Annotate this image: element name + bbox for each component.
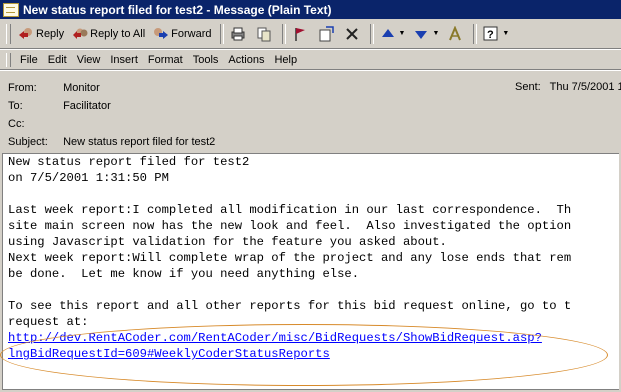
menu-help[interactable]: Help [269, 54, 302, 66]
cc-row: Cc: [8, 118, 60, 130]
link-line-1[interactable]: http://dev.RentACoder.com/RentACoder/mis… [8, 331, 542, 345]
font-a-icon [447, 25, 463, 42]
up-arrow-icon [380, 26, 396, 42]
menu-file[interactable]: File [15, 54, 43, 66]
body-line: using Javascript validation for the feat… [8, 235, 447, 249]
body-line: site main screen now has the new look an… [8, 219, 572, 233]
window-title: New status report filed for test2 - Mess… [23, 2, 332, 17]
status-report-link-continued[interactable]: lngBidRequestId=609#WeeklyCoderStatusRep… [8, 346, 619, 362]
next-item-button[interactable]: ▼ [410, 23, 442, 45]
reply-all-button[interactable]: Reply to All [69, 23, 148, 45]
forward-icon [153, 26, 169, 42]
menu-tools[interactable]: Tools [188, 54, 224, 66]
cc-label: Cc: [8, 118, 25, 130]
body-line [8, 186, 619, 202]
toolbar-grip[interactable] [6, 23, 11, 44]
menu-edit[interactable]: Edit [43, 54, 72, 66]
to-row: To: Facilitator [8, 100, 111, 112]
delete-x-icon [344, 26, 360, 42]
chevron-down-icon[interactable]: ▼ [399, 30, 406, 37]
menu-bar: File Edit View Insert Format Tools Actio… [0, 49, 621, 70]
chevron-down-icon[interactable]: ▼ [432, 30, 439, 37]
body-line: request at: [8, 315, 89, 329]
menubar-grip[interactable] [6, 52, 11, 67]
subject-row: Subject: New status report filed for tes… [8, 136, 215, 148]
message-body[interactable]: New status report filed for test2 on 7/5… [2, 153, 619, 390]
body-line: Last week report:I completed all modific… [8, 203, 572, 217]
sent-value: Thu 7/5/2001 1 [549, 81, 621, 93]
reply-all-icon [72, 26, 88, 42]
move-icon [318, 25, 334, 42]
body-line: Next week report:Will complete wrap of t… [8, 251, 572, 265]
flag-icon [292, 26, 308, 42]
window-titlebar: New status report filed for test2 - Mess… [0, 0, 621, 19]
to-value[interactable]: Facilitator [63, 100, 111, 112]
body-line: To see this report and all other reports… [8, 299, 572, 313]
status-report-link[interactable]: http://dev.RentACoder.com/RentACoder/mis… [8, 330, 619, 346]
standard-toolbar: Reply Reply to All Forward ▼ ▼ ? ▼ [0, 19, 621, 49]
previous-item-button[interactable]: ▼ [377, 23, 409, 45]
toolbar-separator [473, 23, 478, 44]
from-value[interactable]: Monitor [63, 82, 100, 94]
chevron-down-icon[interactable]: ▼ [502, 30, 509, 37]
toolbar-separator [219, 23, 224, 44]
copy-icon [256, 26, 272, 42]
menu-format[interactable]: Format [143, 54, 188, 66]
move-to-folder-button[interactable] [315, 23, 339, 45]
help-question-icon: ? [483, 26, 499, 42]
reply-icon [18, 26, 34, 42]
body-line: New status report filed for test2 [8, 155, 250, 169]
copy-to-folder-button[interactable] [253, 23, 277, 45]
printer-icon [230, 26, 246, 42]
sent-field: Sent: Thu 7/5/2001 1 [515, 81, 621, 93]
to-label: To: [8, 100, 23, 112]
reply-all-label: Reply to All [90, 27, 146, 40]
toolbar-separator [281, 23, 286, 44]
body-line: be done. Let me know if you need anythin… [8, 267, 360, 281]
menu-actions[interactable]: Actions [223, 54, 269, 66]
body-line [8, 282, 619, 298]
forward-label: Forward [171, 27, 212, 40]
message-icon [3, 2, 19, 17]
print-button[interactable] [227, 23, 251, 45]
delete-button[interactable] [341, 23, 365, 45]
reply-button[interactable]: Reply [15, 23, 67, 45]
follow-up-flag-button[interactable] [289, 23, 313, 45]
toolbar-separator [369, 23, 374, 44]
link-line-2[interactable]: lngBidRequestId=609#WeeklyCoderStatusRep… [8, 347, 330, 361]
forward-button[interactable]: Forward [150, 23, 214, 45]
address-book-button[interactable] [444, 23, 468, 45]
sent-label: Sent: [515, 81, 541, 93]
svg-text:?: ? [487, 29, 494, 41]
down-arrow-icon [413, 26, 429, 42]
from-row: From: Monitor [8, 82, 100, 94]
body-line: on 7/5/2001 1:31:50 PM [8, 171, 169, 185]
menu-insert[interactable]: Insert [105, 54, 143, 66]
menu-view[interactable]: View [72, 54, 106, 66]
subject-value: New status report filed for test2 [63, 136, 216, 148]
subject-label: Subject: [8, 136, 48, 148]
help-button[interactable]: ? ▼ [480, 23, 512, 45]
from-label: From: [8, 82, 37, 94]
reply-label: Reply [36, 27, 65, 40]
